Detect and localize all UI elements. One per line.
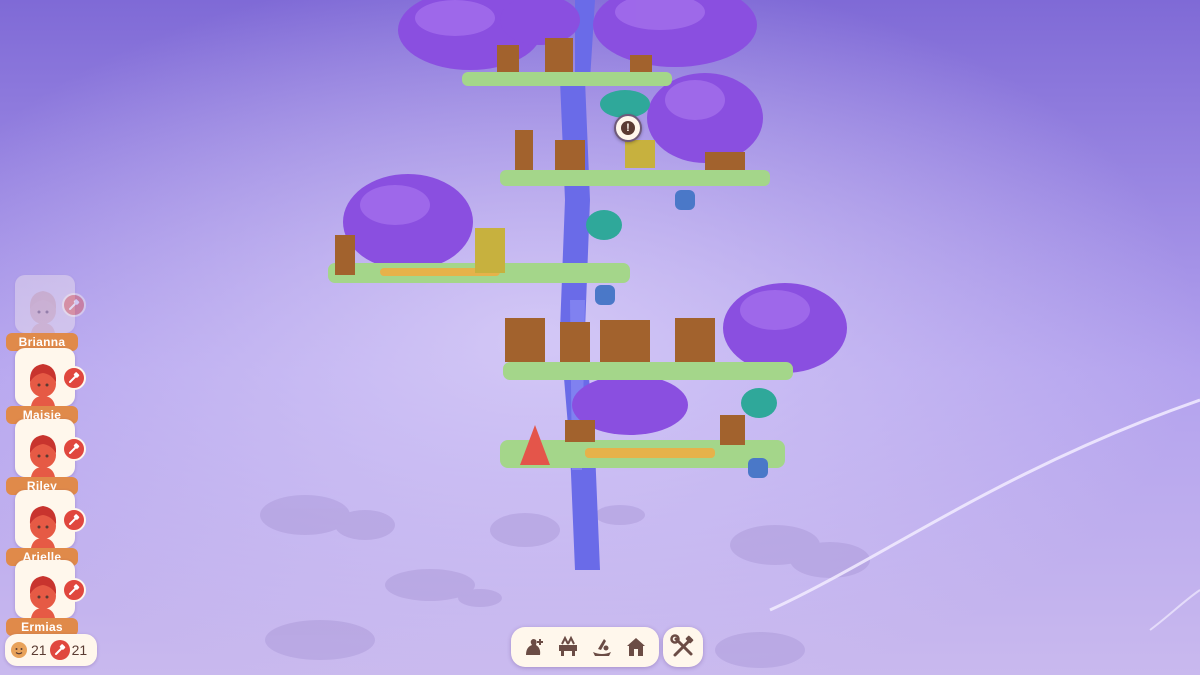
home-icon: [627, 638, 645, 656]
builders-count: 21: [71, 642, 88, 658]
alert-marker-icon[interactable]: !: [614, 114, 642, 142]
crafting-station-icon: [559, 635, 577, 656]
game-world[interactable]: [0, 0, 1200, 675]
population-count: 21: [31, 642, 47, 658]
hammer-wrench-icon: [670, 634, 694, 657]
build-toolbar: [511, 627, 659, 667]
population-counter: 21: [9, 640, 47, 660]
builder-task-icon[interactable]: [62, 293, 86, 317]
gather-button[interactable]: [588, 633, 616, 661]
gather-icon: [593, 639, 611, 656]
tools-button[interactable]: [663, 627, 703, 667]
add-villager-button[interactable]: [520, 633, 548, 661]
builder-task-icon[interactable]: [62, 437, 86, 461]
crafting-station-button[interactable]: [554, 633, 582, 661]
builders-counter: 21: [49, 640, 88, 660]
builder-task-icon[interactable]: [62, 578, 86, 602]
villager-face-icon: [9, 640, 29, 660]
resource-counters: 21 21: [5, 634, 97, 666]
add-villager-icon: [526, 639, 543, 655]
builder-hammer-icon: [49, 640, 70, 660]
builder-task-icon[interactable]: [62, 508, 86, 532]
builder-task-icon[interactable]: [62, 366, 86, 390]
housing-button[interactable]: [622, 633, 650, 661]
